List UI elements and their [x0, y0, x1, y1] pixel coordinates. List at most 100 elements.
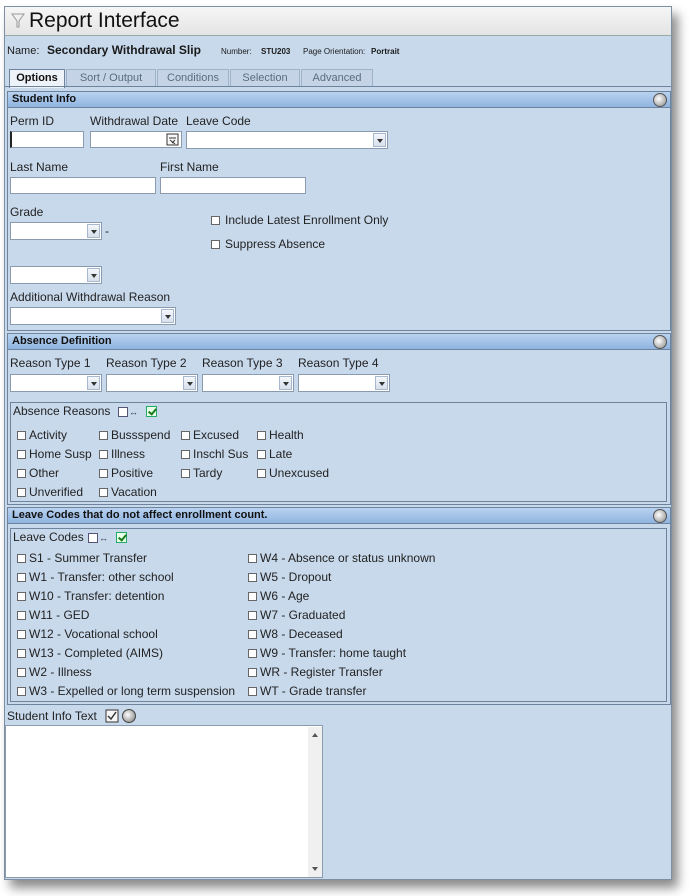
include-latest-checkbox[interactable] — [211, 216, 220, 225]
scroll-down-icon[interactable] — [312, 867, 318, 871]
grade-label: Grade — [10, 205, 44, 219]
window-title: Report Interface — [29, 9, 180, 32]
name-label: Name: — [7, 45, 40, 57]
leave-code-checkbox[interactable] — [248, 649, 257, 658]
absence-reasons-legend: Absence Reasons — [13, 404, 111, 418]
absence-reason-label: Illness — [111, 447, 146, 461]
leave-code-checkbox[interactable] — [248, 668, 257, 677]
absence-reason-checkbox[interactable] — [181, 469, 190, 478]
student-info-text-area[interactable] — [5, 725, 323, 878]
leave-code-checkbox[interactable] — [17, 592, 26, 601]
reason-type-3-select[interactable] — [202, 374, 294, 392]
tab-sort-output[interactable]: Sort / Output — [66, 69, 156, 86]
leave-code-checkbox[interactable] — [17, 668, 26, 677]
filter-icon — [11, 13, 25, 28]
chevron-down-icon — [375, 376, 388, 390]
grade-to-select[interactable] — [10, 266, 102, 284]
tab-advanced[interactable]: Advanced — [301, 69, 373, 86]
last-name-input[interactable] — [10, 177, 156, 194]
absence-reason-checkbox[interactable] — [99, 450, 108, 459]
leave-codes-panel: Leave Codes that do not affect enrollmen… — [7, 507, 671, 705]
leave-code-checkbox[interactable] — [248, 554, 257, 563]
leave-code-label: W11 - GED — [29, 608, 90, 622]
collapse-icon[interactable] — [653, 93, 667, 107]
select-all-icon[interactable] — [88, 533, 98, 543]
select-all-icon[interactable] — [118, 407, 128, 417]
suppress-absence-checkbox[interactable] — [211, 240, 220, 249]
leave-code-checkbox[interactable] — [248, 592, 257, 601]
textarea-scrollbar[interactable] — [308, 727, 322, 877]
chevron-down-icon — [87, 376, 100, 390]
leave-code-checkbox[interactable] — [17, 649, 26, 658]
leave-code-label: W3 - Expelled or long term suspension — [29, 684, 236, 698]
absence-definition-panel: Absence Definition Reason Type 1 Reason … — [7, 333, 671, 505]
check-all-icon[interactable] — [146, 406, 157, 417]
absence-reason-checkbox[interactable] — [99, 431, 108, 440]
help-icon[interactable] — [122, 709, 136, 723]
absence-reason-checkbox[interactable] — [257, 431, 266, 440]
reason-type-1-select[interactable] — [10, 374, 102, 392]
absence-reason-checkbox[interactable] — [257, 469, 266, 478]
leave-code-checkbox[interactable] — [17, 630, 26, 639]
absence-reason-checkbox[interactable] — [181, 450, 190, 459]
student-info-header: Student Info — [8, 92, 670, 108]
leave-code-checkbox[interactable] — [248, 630, 257, 639]
swap-icon[interactable]: ↔ — [129, 407, 138, 417]
leave-code-checkbox[interactable] — [17, 687, 26, 696]
leave-codes-group: Leave Codes ↔ S1 - Summer Transfer W1 - T… — [10, 528, 667, 702]
reason-type-4-select[interactable] — [298, 374, 390, 392]
spellcheck-icon[interactable] — [105, 709, 119, 723]
leave-code-checkbox[interactable] — [17, 573, 26, 582]
absence-reason-checkbox[interactable] — [17, 431, 26, 440]
chevron-down-icon — [279, 376, 292, 390]
withdrawal-date-input[interactable] — [90, 131, 182, 148]
absence-reason-checkbox[interactable] — [17, 488, 26, 497]
absence-reason-label: Vacation — [111, 485, 157, 499]
first-name-input[interactable] — [160, 177, 306, 194]
additional-reason-select[interactable] — [10, 307, 176, 325]
collapse-icon[interactable] — [653, 509, 667, 523]
perm-id-label: Perm ID — [10, 114, 55, 128]
collapse-icon[interactable] — [653, 335, 667, 349]
absence-reason-checkbox[interactable] — [257, 450, 266, 459]
leave-code-checkbox[interactable] — [17, 554, 26, 563]
absence-reasons-group: Absence Reasons ↔ Activity Bussspend Excus… — [10, 402, 667, 502]
leave-code-checkbox[interactable] — [248, 573, 257, 582]
absence-reason-checkbox[interactable] — [99, 488, 108, 497]
absence-reason-checkbox[interactable] — [17, 469, 26, 478]
perm-id-input[interactable] — [10, 131, 84, 148]
leave-code-label: W5 - Dropout — [260, 570, 332, 584]
absence-reason-label: Other — [29, 466, 60, 480]
tab-conditions[interactable]: Conditions — [157, 69, 229, 86]
absence-reason-checkbox[interactable] — [99, 469, 108, 478]
additional-reason-label: Additional Withdrawal Reason — [10, 290, 171, 304]
student-info-panel: Student Info Perm ID Withdrawal Date Lea… — [7, 91, 671, 331]
absence-reason-checkbox[interactable] — [17, 450, 26, 459]
first-name-label: First Name — [160, 160, 219, 174]
leave-code-label: W7 - Graduated — [260, 608, 346, 622]
orientation-label: Page Orientation: — [303, 47, 366, 56]
leave-code-label: WT - Grade transfer — [260, 684, 367, 698]
reason-type-1-label: Reason Type 1 — [10, 356, 91, 370]
leave-code-label: W13 - Completed (AIMS) — [29, 646, 164, 660]
absence-reason-label: Unexcused — [269, 466, 330, 480]
leave-code-checkbox[interactable] — [248, 611, 257, 620]
chevron-down-icon — [87, 224, 100, 238]
absence-reason-label: Tardy — [193, 466, 223, 480]
reason-type-2-select[interactable] — [106, 374, 198, 392]
grade-range-dash: - — [105, 224, 109, 238]
chevron-down-icon — [183, 376, 196, 390]
grade-from-select[interactable] — [10, 222, 102, 240]
absence-reason-label: Positive — [111, 466, 154, 480]
scroll-up-icon[interactable] — [312, 733, 318, 737]
tab-selection[interactable]: Selection — [230, 69, 300, 86]
leave-code-checkbox[interactable] — [248, 687, 257, 696]
check-all-icon[interactable] — [116, 532, 127, 543]
leave-code-checkbox[interactable] — [17, 611, 26, 620]
calendar-icon[interactable] — [166, 133, 179, 146]
absence-reason-checkbox[interactable] — [181, 431, 190, 440]
absence-reason-label: Late — [269, 447, 293, 461]
absence-definition-title: Absence Definition — [12, 335, 112, 347]
leave-code-select[interactable] — [186, 131, 388, 149]
swap-icon[interactable]: ↔ — [99, 533, 108, 543]
